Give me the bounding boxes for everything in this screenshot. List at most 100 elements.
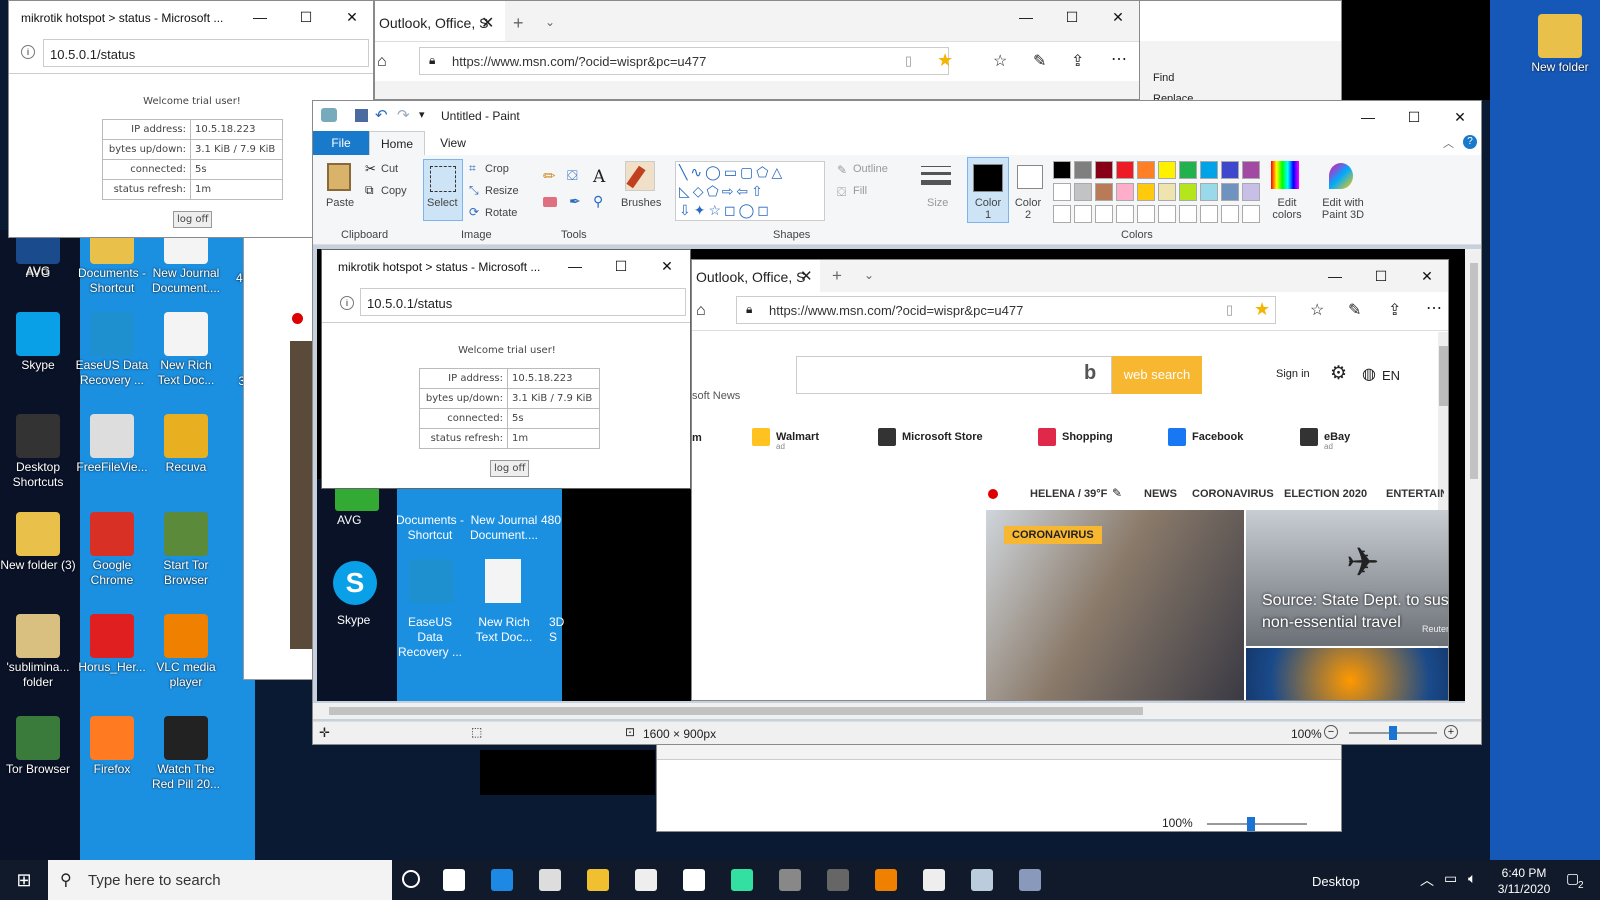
select-button[interactable] <box>423 159 463 221</box>
notepad-icon[interactable] <box>958 860 1006 900</box>
paint3d-icon[interactable] <box>1329 163 1353 189</box>
palette-color-swatch[interactable] <box>1137 183 1155 201</box>
vlc-icon[interactable] <box>862 860 910 900</box>
desktop-icon[interactable]: Tor Browser <box>0 716 76 777</box>
desktop-icon[interactable]: Desktop Shortcuts <box>0 414 76 490</box>
quick-access-dropdown-icon[interactable]: ▾ <box>419 108 425 121</box>
nav-item[interactable]: ENTERTAINMENT <box>1386 488 1444 500</box>
desktop-icon[interactable]: VLC media player <box>148 614 224 690</box>
virus-image[interactable] <box>1246 648 1448 700</box>
network-icon[interactable]: ▭ <box>1444 870 1457 887</box>
crop-button[interactable]: Crop <box>485 163 509 175</box>
text-icon[interactable]: A <box>593 167 605 187</box>
nav-item[interactable]: NEWS <box>1144 488 1177 500</box>
maximize-icon[interactable]: ☐ <box>1391 101 1437 133</box>
paint-icon[interactable] <box>1006 860 1054 900</box>
more-icon[interactable]: ⋯ <box>1111 49 1127 69</box>
quick-link[interactable]: Walmart ad <box>752 428 819 451</box>
copy-button[interactable]: Copy <box>381 185 407 197</box>
palette-color-swatch[interactable] <box>1095 161 1113 179</box>
pencil-icon[interactable]: ✏ <box>543 167 556 185</box>
amazon-icon[interactable] <box>670 860 718 900</box>
desktop-icon[interactable]: Horus_Her... <box>74 614 150 675</box>
pen-icon[interactable]: ✎ <box>1033 51 1046 71</box>
maximize-icon[interactable]: ☐ <box>1358 260 1404 292</box>
tripadvisor-icon[interactable] <box>718 860 766 900</box>
desktop-icon[interactable]: FreeFileVie... <box>74 414 150 475</box>
palette-color-swatch[interactable] <box>1179 161 1197 179</box>
globe-icon[interactable]: ◍ <box>1362 364 1376 384</box>
quick-link[interactable]: Shopping <box>1038 428 1113 446</box>
address-bar[interactable]: 10.5.0.1/status <box>43 39 369 67</box>
palette-empty-swatch[interactable] <box>1158 205 1176 223</box>
zoom-out-icon[interactable]: − <box>1324 725 1338 739</box>
background-window-left[interactable] <box>243 236 314 680</box>
palette-color-swatch[interactable] <box>1074 161 1092 179</box>
inner-hotspot-window[interactable]: mikrotik hotspot > status - Microsoft ..… <box>321 249 691 489</box>
reading-view-icon[interactable]: ▯ <box>1226 302 1233 318</box>
fill-bucket-icon[interactable]: ⛋ <box>567 167 578 184</box>
desktop-icon[interactable]: Start Tor Browser <box>148 512 224 588</box>
taskbar-search[interactable]: ⚲ Type here to search <box>48 860 392 900</box>
address-bar[interactable]: https://www.msn.com/?ocid=wispr&pc=u477 <box>736 296 1276 324</box>
palette-color-swatch[interactable] <box>1158 161 1176 179</box>
disc-icon[interactable] <box>766 860 814 900</box>
close-icon[interactable]: ✕ <box>329 1 373 33</box>
paint-window[interactable]: ↶ ↷ ▾ Untitled - Paint — ☐ ✕ File Home Vie… <box>312 100 1482 745</box>
maximize-icon[interactable]: ☐ <box>598 250 644 282</box>
collapse-ribbon-icon[interactable]: ︿ <box>1443 135 1454 151</box>
outline-button[interactable]: Outline <box>853 163 888 175</box>
nav-item[interactable]: CORONAVIRUS <box>1192 488 1274 500</box>
desktop-icon-new-folder-right[interactable]: New folder <box>1522 14 1598 75</box>
desktop-icon[interactable]: New Rich Text Doc... <box>148 312 224 388</box>
task-view-icon[interactable] <box>430 860 478 900</box>
color-picker-icon[interactable]: ✒ <box>569 193 581 210</box>
tab-view[interactable]: View <box>425 131 481 155</box>
size-label[interactable]: Size <box>927 197 948 209</box>
desktop-icon[interactable]: Google Chrome <box>74 512 150 588</box>
desktop-icon-avg[interactable]: AVG <box>0 240 76 279</box>
quick-link[interactable]: eBay ad <box>1300 428 1350 451</box>
minimize-icon[interactable]: — <box>552 250 598 282</box>
inner-edge-window[interactable]: Outlook, Office, S ✕ + ⌄ — ☐ ✕ ⌂ https://w… <box>691 259 1449 701</box>
paste-icon[interactable] <box>327 163 351 191</box>
clock-time[interactable]: 6:40 PM <box>1494 866 1554 880</box>
tab-file[interactable]: File <box>313 131 369 155</box>
minimize-icon[interactable]: — <box>1312 260 1358 292</box>
paint-app-icon[interactable] <box>321 108 337 122</box>
save-icon[interactable] <box>355 109 368 122</box>
edit-colors-button[interactable]: Edit colors <box>1267 197 1307 221</box>
shapes-gallery[interactable]: ╲∿◯▭▢⬠△ ◺◇⬠⇨⇦⇧ ⇩✦☆◻◯◻ <box>675 161 825 221</box>
gear-icon[interactable]: ⚙ <box>1330 362 1347 385</box>
share-icon[interactable]: ⇪ <box>1071 51 1084 71</box>
coronavirus-badge[interactable]: CORONAVIRUS <box>1004 526 1102 544</box>
home-icon[interactable]: ⌂ <box>696 302 706 320</box>
palette-color-swatch[interactable] <box>1095 183 1113 201</box>
home-icon[interactable]: ⌂ <box>377 53 387 71</box>
close-icon[interactable]: ✕ <box>1437 101 1481 133</box>
palette-empty-swatch[interactable] <box>1179 205 1197 223</box>
palette-color-swatch[interactable] <box>1053 161 1071 179</box>
palette-empty-swatch[interactable] <box>1074 205 1092 223</box>
log-off-button[interactable]: log off <box>173 211 213 228</box>
size-icon[interactable] <box>921 163 951 189</box>
brushes-button[interactable]: Brushes <box>621 197 661 209</box>
palette-empty-swatch[interactable] <box>1095 205 1113 223</box>
language-label[interactable]: EN <box>1382 368 1400 383</box>
headline[interactable]: Source: State Dept. to suspend non-essen… <box>1262 590 1448 634</box>
minimize-icon[interactable]: — <box>1345 101 1391 133</box>
palette-color-swatch[interactable] <box>1158 183 1176 201</box>
palette-color-swatch[interactable] <box>1200 183 1218 201</box>
desktop-icon[interactable]: 'sublimina... folder <box>0 614 76 690</box>
zoom-in-icon[interactable]: + <box>1444 725 1458 739</box>
palette-color-swatch[interactable] <box>1137 161 1155 179</box>
palette-empty-swatch[interactable] <box>1053 205 1071 223</box>
quick-link[interactable]: Facebook <box>1168 428 1243 446</box>
help-icon[interactable]: ? <box>1463 135 1477 149</box>
palette-color-swatch[interactable] <box>1074 183 1092 201</box>
edge-icon[interactable] <box>478 860 526 900</box>
clock-date[interactable]: 3/11/2020 <box>1494 882 1554 896</box>
new-tab-icon[interactable]: + <box>513 13 524 34</box>
tray-expand-icon[interactable]: ︿ <box>1420 870 1434 890</box>
store-icon[interactable] <box>526 860 574 900</box>
